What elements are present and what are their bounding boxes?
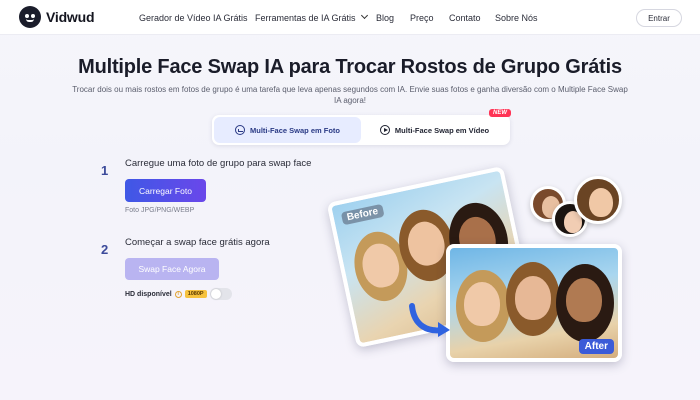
step-1-number: 1 xyxy=(101,163,109,178)
mode-tabs: Multi-Face Swap em Foto Multi-Face Swap … xyxy=(212,109,511,145)
before-tag: Before xyxy=(340,203,385,226)
nav-item-about[interactable]: Sobre Nós xyxy=(495,0,538,35)
page-title: Multiple Face Swap IA para Trocar Rostos… xyxy=(78,56,622,78)
nav-item-ai-tools[interactable]: Ferramentas de IA Grátis xyxy=(255,0,368,35)
page-subtitle: Trocar dois ou mais rostos em fotos de g… xyxy=(72,85,628,105)
chevron-down-icon xyxy=(360,11,368,20)
vidwud-logo-icon xyxy=(19,6,41,28)
nav-item-pricing[interactable]: Preço xyxy=(410,0,434,35)
supported-formats: Foto JPG/PNG/WEBP xyxy=(125,207,195,214)
hd-label: HD disponível xyxy=(125,290,172,298)
login-button[interactable]: Entrar xyxy=(636,9,682,27)
after-photo: After xyxy=(446,244,622,362)
avatar-face-3 xyxy=(574,176,622,224)
hd-badge: 1080P xyxy=(184,290,207,298)
upload-photo-button[interactable]: Carregar Foto xyxy=(125,179,206,202)
brand-logo[interactable]: Vidwud xyxy=(19,6,95,28)
hd-toggle[interactable] xyxy=(209,288,232,300)
nav-item-video-generator[interactable]: Gerador de Vídeo IA Grátis xyxy=(139,0,248,35)
nav-item-blog[interactable]: Blog xyxy=(376,0,394,35)
top-nav: Vidwud Gerador de Vídeo IA Grátis Ferram… xyxy=(0,0,700,35)
swap-face-button[interactable]: Swap Face Agora xyxy=(125,258,219,280)
brand-name: Vidwud xyxy=(46,9,95,25)
photo-icon xyxy=(234,125,245,135)
tab-photo-swap[interactable]: Multi-Face Swap em Foto xyxy=(214,117,361,143)
play-icon xyxy=(379,125,390,135)
info-icon[interactable]: i xyxy=(174,290,182,298)
tab-video-swap[interactable]: Multi-Face Swap em Vídeo NEW xyxy=(361,109,511,143)
step-2-label: Começar a swap face grátis agora xyxy=(125,237,270,248)
swap-arrow-icon xyxy=(409,303,450,337)
nav-item-contact[interactable]: Contato xyxy=(449,0,481,35)
hd-option: HD disponível i 1080P xyxy=(125,288,232,300)
step-2-number: 2 xyxy=(101,242,109,257)
after-tag: After xyxy=(578,339,614,354)
step-1-label: Carregue uma foto de grupo para swap fac… xyxy=(125,158,312,169)
new-badge: NEW xyxy=(489,109,511,117)
